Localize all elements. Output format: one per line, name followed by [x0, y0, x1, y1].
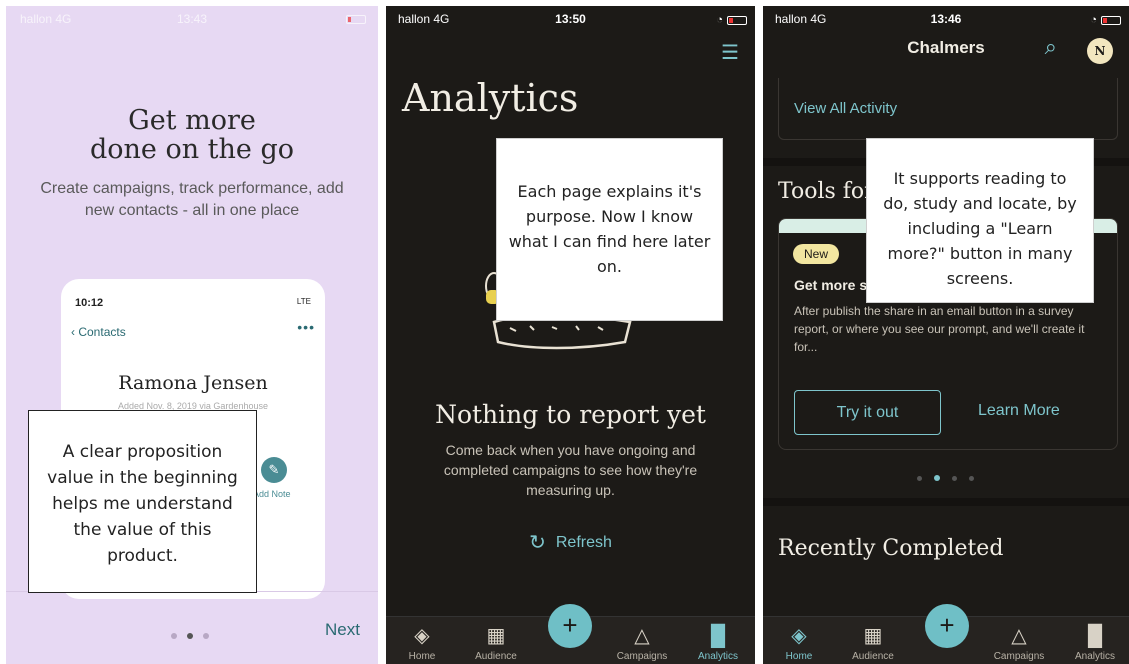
status-bar: hallon 4G 13:50 ◔: [386, 12, 755, 30]
mockup-time: 10:12: [75, 297, 104, 309]
more-icon: •••: [297, 319, 315, 335]
try-it-out-button[interactable]: Try it out: [794, 390, 941, 435]
carousel-dot: [917, 476, 922, 481]
tools-section-title: Tools for: [778, 179, 875, 204]
tab-label: Home: [408, 651, 436, 662]
analytics-icon: ▐▌: [703, 625, 733, 647]
tool-card-description: After publish the share in an email butt…: [794, 304, 1085, 354]
onboarding-headline: Get more done on the go: [6, 106, 378, 164]
home-screen: hallon 4G 13:46 ◔ Chalmers ⌕ N View All …: [763, 6, 1129, 664]
clock: 13:43: [176, 12, 208, 26]
page-dot: [203, 633, 209, 639]
campaigns-icon: △: [1011, 625, 1027, 647]
tab-label: Campaigns: [993, 651, 1045, 662]
tab-campaigns[interactable]: △ Campaigns: [989, 623, 1049, 662]
tab-label: Analytics: [697, 651, 738, 662]
tab-label: Home: [785, 651, 813, 662]
tab-audience[interactable]: ▦ Audience: [843, 623, 903, 662]
tab-label: Campaigns: [616, 651, 668, 662]
carousel-dot: [969, 476, 974, 481]
tab-campaigns[interactable]: △ Campaigns: [612, 623, 672, 662]
empty-state-title: Nothing to report yet: [435, 400, 706, 429]
mockup-signal: LTE: [296, 297, 311, 306]
account-title: Chalmers: [907, 38, 985, 57]
rotation-lock-icon: ◔: [716, 14, 723, 26]
rotation-lock-icon: ◔: [1090, 14, 1097, 26]
home-icon: ◈: [414, 625, 430, 647]
create-button[interactable]: +: [548, 604, 592, 648]
mockup-back-label: Contacts: [78, 325, 126, 339]
analytics-icon: ▐▌: [1080, 625, 1110, 647]
new-badge: New: [793, 244, 840, 264]
refresh-button[interactable]: ↻ Refresh: [386, 530, 755, 555]
tool-card-heading: Get more s: [794, 277, 868, 293]
page-dot-active: [187, 633, 193, 639]
tab-audience[interactable]: ▦ Audience: [466, 623, 526, 662]
tab-home[interactable]: ◈ Home: [392, 623, 452, 662]
audience-icon: ▦: [486, 625, 506, 647]
carousel-dot: [952, 476, 957, 481]
tab-home[interactable]: ◈ Home: [769, 623, 829, 662]
chevron-left-icon: ‹: [71, 325, 75, 339]
next-button[interactable]: Next: [325, 620, 360, 640]
annotation-callout: It supports reading to do, study and loc…: [866, 138, 1094, 303]
search-icon[interactable]: ⌕: [1045, 34, 1057, 60]
tab-label: Audience: [475, 651, 517, 662]
section-separator: [763, 498, 1129, 506]
recently-completed-title: Recently Completed: [778, 536, 1004, 561]
analytics-screen: hallon 4G 13:50 ◔ ☰ Analytics Nothing to…: [386, 6, 755, 664]
battery-icon: [727, 16, 747, 25]
annotation-callout: A clear proposition value in the beginni…: [28, 410, 257, 593]
refresh-icon: ↻: [529, 532, 546, 554]
onboarding-subtitle: Create campaigns, track performance, add…: [40, 180, 344, 219]
view-all-activity-link[interactable]: View All Activity: [794, 100, 897, 117]
tab-label: Analytics: [1074, 651, 1115, 662]
headline-line-2: done on the go: [89, 134, 295, 165]
note-icon: ✎: [261, 457, 287, 483]
mockup-back-link: ‹ Contacts: [71, 325, 126, 339]
empty-state-subtitle: Come back when you have ongoing and comp…: [443, 442, 698, 498]
learn-more-link[interactable]: Learn More: [978, 402, 1060, 420]
page-indicator: [171, 626, 219, 644]
refresh-label: Refresh: [555, 534, 612, 551]
status-bar: hallon 4G 13:43: [6, 12, 378, 30]
status-bar: hallon 4G 13:46 ◔: [763, 12, 1129, 30]
clock: 13:50: [555, 12, 586, 26]
tab-analytics[interactable]: ▐▌ Analytics: [688, 623, 748, 662]
battery-icon: [346, 15, 366, 24]
carousel-dot-active: [934, 475, 940, 481]
tab-label: Audience: [852, 651, 894, 662]
page-title: Analytics: [402, 76, 579, 120]
audience-icon: ▦: [863, 625, 883, 647]
annotation-callout: Each page explains it's purpose. Now I k…: [496, 138, 723, 321]
mockup-note-label: Add Note: [253, 489, 291, 499]
home-icon: ◈: [791, 625, 807, 647]
tab-analytics[interactable]: ▐▌ Analytics: [1065, 623, 1125, 662]
page-dot: [171, 633, 177, 639]
mockup-contact-name: Ramona Jensen: [118, 372, 268, 394]
campaigns-icon: △: [634, 625, 650, 647]
filter-icon[interactable]: ☰: [721, 40, 739, 65]
battery-icon: [1101, 16, 1121, 25]
clock: 13:46: [930, 12, 962, 26]
headline-line-1: Get more: [128, 105, 256, 136]
create-button[interactable]: +: [925, 604, 969, 648]
carousel-indicator: [917, 468, 986, 486]
avatar[interactable]: N: [1087, 38, 1113, 64]
